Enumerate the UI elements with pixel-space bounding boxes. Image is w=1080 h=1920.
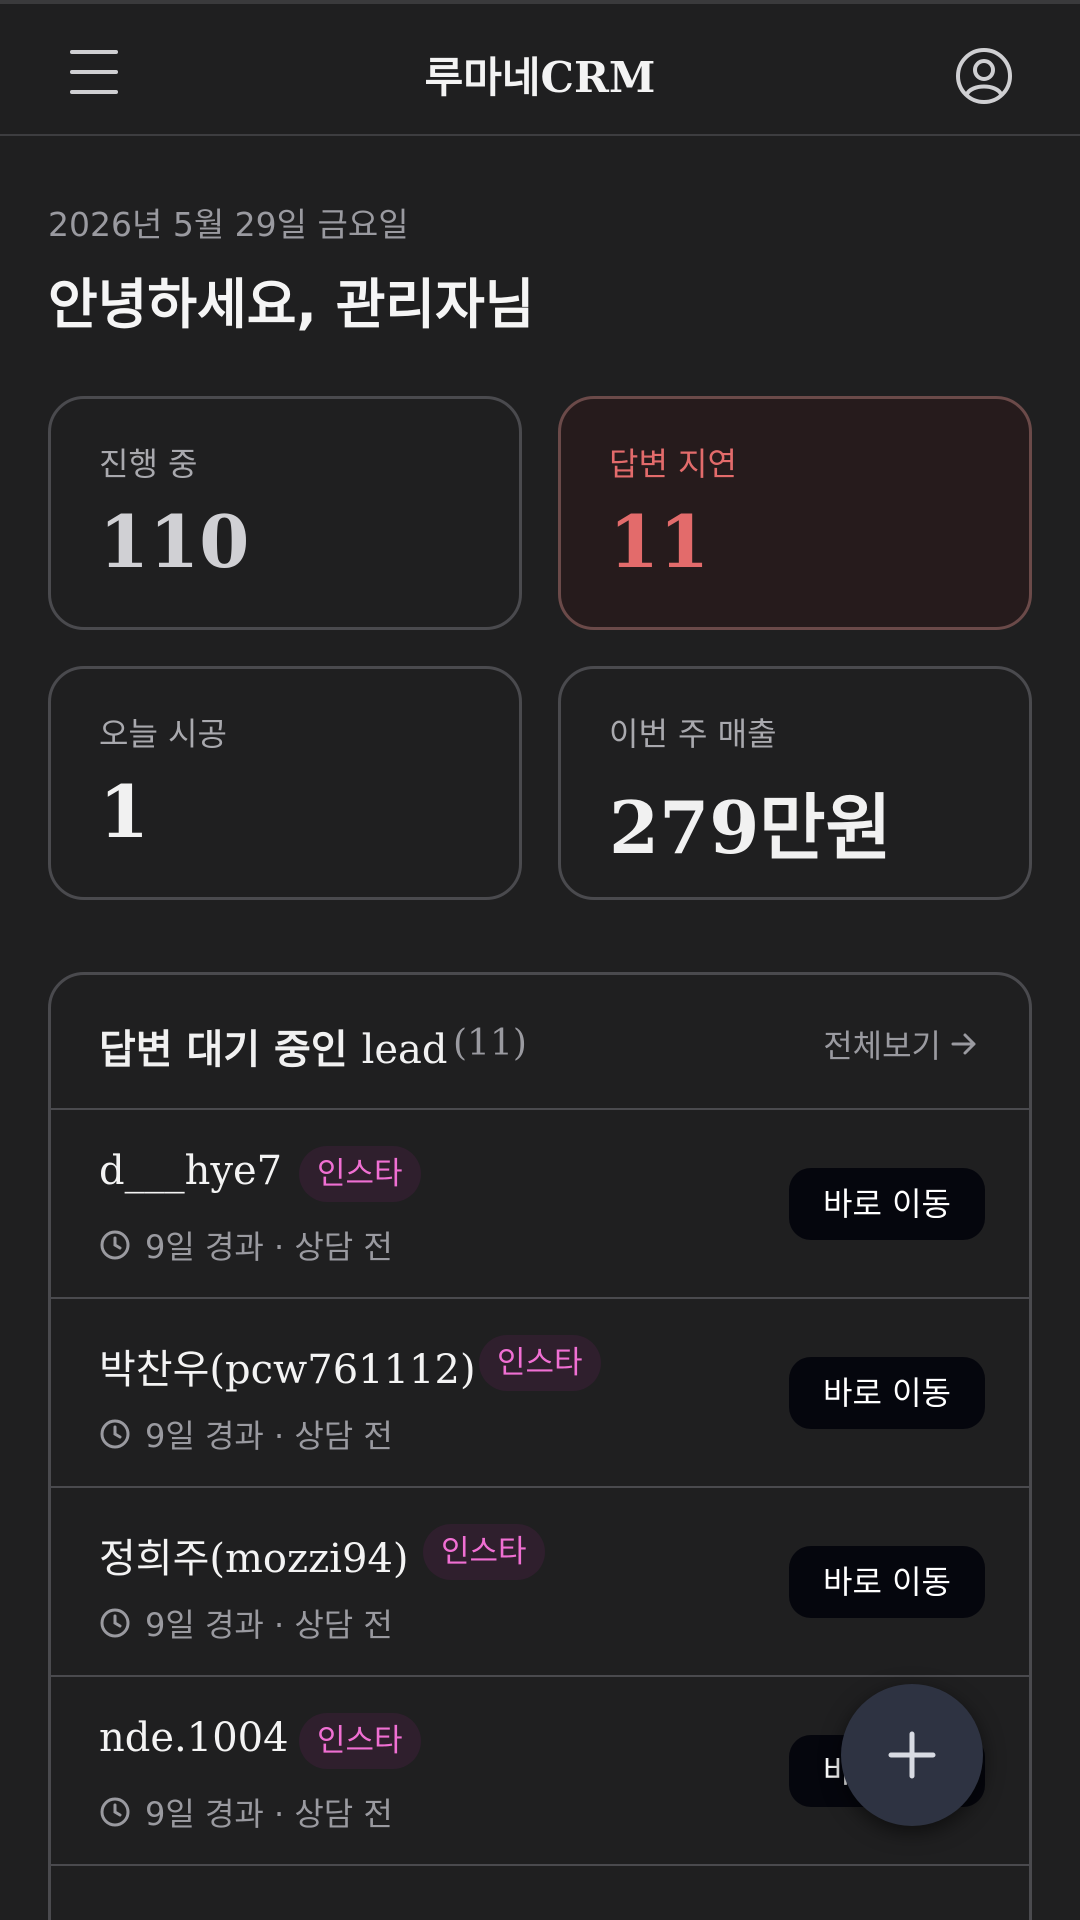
greeting-heading: 안녕하세요, 관리자님 bbox=[48, 273, 535, 336]
app-title: 루마네CRM bbox=[424, 53, 656, 102]
clock-icon bbox=[100, 1230, 130, 1260]
stat-label: 오늘 시공 bbox=[99, 715, 227, 753]
stat-value: 11 bbox=[609, 499, 710, 584]
panel-title-ko: 답변 대기 중인 bbox=[99, 1027, 348, 1073]
lead-count: (11) bbox=[453, 1023, 527, 1064]
clock-icon bbox=[100, 1608, 130, 1638]
lead-name: 정희주(mozzi94) bbox=[99, 1536, 409, 1582]
stat-label: 답변 지연 bbox=[609, 445, 737, 483]
view-all-link[interactable]: 전체보기 bbox=[823, 1021, 979, 1067]
panel-title: 답변 대기 중인 lead bbox=[99, 1017, 448, 1075]
app-screen: 루마네CRM 2026년 5월 29일 금요일 안녕하세요, 관리자님 진행 중… bbox=[0, 0, 1080, 1920]
lead-name: 박찬우(pcw761112) bbox=[99, 1347, 476, 1393]
add-lead-fab[interactable] bbox=[841, 1684, 983, 1826]
source-tag: 인스타 bbox=[299, 1713, 421, 1769]
go-to-lead-button[interactable]: 바로 이동 bbox=[789, 1357, 985, 1429]
lead-row[interactable]: 박찬우(pcw761112) 인스타 9일 경과 · 상담 전 바로 이동 bbox=[51, 1299, 1029, 1488]
arrow-right-icon bbox=[951, 1033, 976, 1055]
stat-card-reply-delayed[interactable]: 답변 지연 11 bbox=[558, 396, 1032, 630]
view-all-label: 전체보기 bbox=[823, 1027, 941, 1065]
source-tag: 인스타 bbox=[423, 1524, 545, 1580]
go-to-lead-button[interactable]: 바로 이동 bbox=[789, 1546, 985, 1618]
source-tag: 인스타 bbox=[299, 1146, 421, 1202]
source-tag: 인스타 bbox=[479, 1335, 601, 1391]
clock-icon bbox=[100, 1797, 130, 1827]
panel-header: 답변 대기 중인 lead (11) 전체보기 bbox=[51, 975, 1029, 1110]
user-profile-icon[interactable] bbox=[954, 46, 1014, 106]
stat-value: 279만원 bbox=[609, 785, 892, 870]
stat-card-today-install[interactable]: 오늘 시공 1 bbox=[48, 666, 522, 900]
lead-row[interactable]: 정희주(mozzi94) 인스타 9일 경과 · 상담 전 바로 이동 bbox=[51, 1488, 1029, 1677]
lead-row[interactable]: d___hye7 인스타 9일 경과 · 상담 전 바로 이동 bbox=[51, 1110, 1029, 1299]
stat-value: 110 bbox=[99, 499, 250, 584]
panel-title-en: lead bbox=[361, 1027, 448, 1073]
lead-name: nde.1004 bbox=[99, 1715, 289, 1761]
lead-meta-text: 9일 경과 · 상담 전 bbox=[145, 1795, 393, 1833]
lead-name: d___hye7 bbox=[99, 1148, 283, 1194]
top-app-bar: 루마네CRM bbox=[0, 0, 1080, 136]
stat-value: 1 bbox=[99, 769, 150, 854]
stat-card-in-progress[interactable]: 진행 중 110 bbox=[48, 396, 522, 630]
lead-meta: 9일 경과 · 상담 전 bbox=[99, 1222, 393, 1268]
lead-meta-text: 9일 경과 · 상담 전 bbox=[145, 1417, 393, 1455]
lead-meta: 9일 경과 · 상담 전 bbox=[99, 1411, 393, 1457]
current-date: 2026년 5월 29일 금요일 bbox=[48, 205, 409, 244]
lead-meta-text: 9일 경과 · 상담 전 bbox=[145, 1606, 393, 1644]
lead-meta: 9일 경과 · 상담 전 bbox=[99, 1600, 393, 1646]
stat-label: 이번 주 매출 bbox=[609, 715, 777, 753]
stat-label: 진행 중 bbox=[99, 445, 198, 483]
clock-icon bbox=[100, 1419, 130, 1449]
lead-meta: 9일 경과 · 상담 전 bbox=[99, 1789, 393, 1835]
stat-card-weekly-revenue[interactable]: 이번 주 매출 279만원 bbox=[558, 666, 1032, 900]
go-to-lead-button[interactable]: 바로 이동 bbox=[789, 1168, 985, 1240]
plus-icon bbox=[888, 1731, 936, 1779]
lead-meta-text: 9일 경과 · 상담 전 bbox=[145, 1228, 393, 1266]
